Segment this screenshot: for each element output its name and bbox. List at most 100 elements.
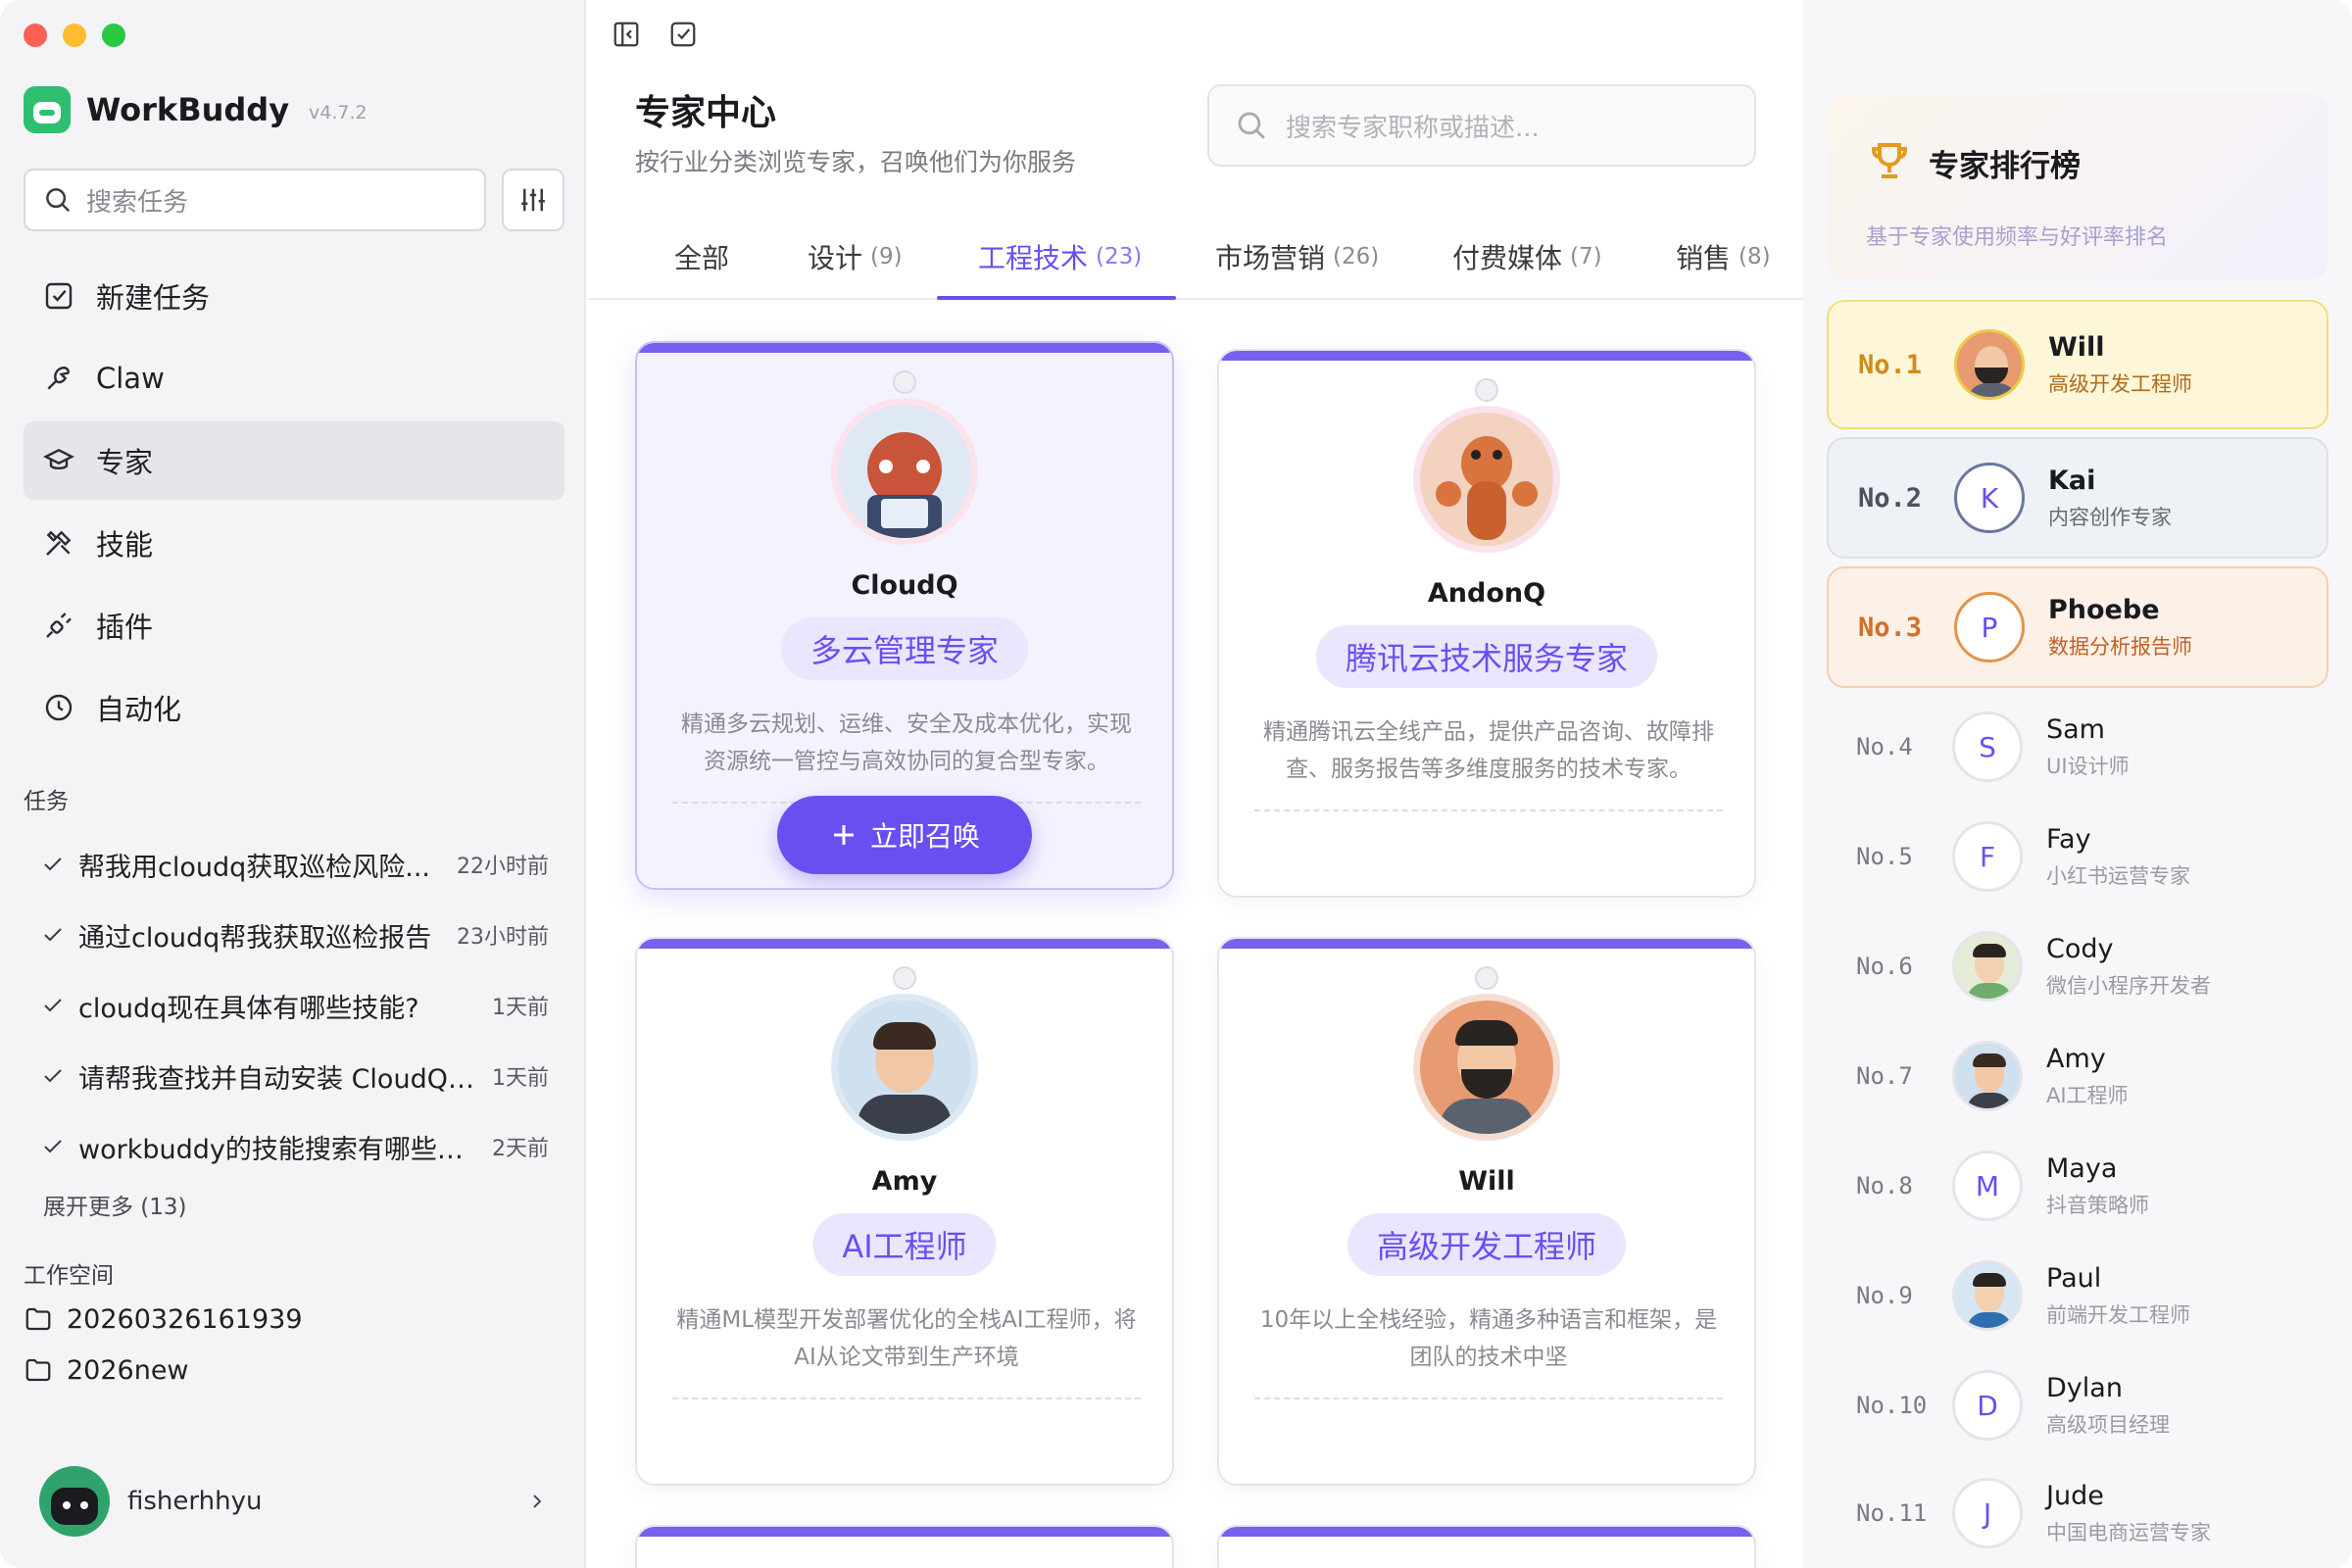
nav-new-task[interactable]: 新建任务 — [24, 257, 564, 335]
search-icon — [46, 188, 71, 213]
workspace-item[interactable]: 2026new — [24, 1345, 303, 1396]
ranking-item[interactable]: No.1 Will 高级开发工程师 — [1827, 300, 2328, 429]
rank-number: No.4 — [1856, 733, 1913, 760]
page-title: 专家中心 — [635, 93, 777, 133]
expert-role-badge: AI工程师 — [812, 1213, 997, 1276]
summon-button[interactable]: 立即召唤 — [777, 796, 1032, 874]
nav-label: Claw — [96, 362, 165, 395]
avatar — [1954, 329, 2025, 400]
trophy-icon — [1871, 143, 1908, 178]
sidebar-toggle-icon[interactable] — [612, 20, 641, 49]
task-item[interactable]: cloudq现在具体有哪些技能? 1天前 — [24, 970, 564, 1041]
user-name: fisherhhyu — [127, 1487, 263, 1516]
graduation-cap-icon — [43, 448, 74, 470]
avatar: M — [1952, 1151, 2023, 1221]
tab-sales[interactable]: 销售 (8) — [1676, 214, 1771, 300]
nav-label: 自动化 — [96, 693, 182, 726]
task-item[interactable]: 通过cloudq帮我获取巡检报告 23小时前 — [24, 900, 564, 970]
tab-label: 市场营销 — [1215, 242, 1326, 274]
expert-description: 精通多云规划、运维、安全及成本优化，实现资源统一管控与高效协同的复合型专家。 — [681, 711, 1132, 774]
filter-button[interactable] — [502, 169, 564, 231]
main-content: 专家中心 按行业分类浏览专家，召唤他们为你服务 搜索专家职称或描述... 全部 … — [588, 0, 1803, 1568]
expert-card-partial[interactable] — [1217, 1525, 1756, 1568]
ranking-header: 专家排行榜 基于专家使用频率与好评率排名 — [1827, 94, 2328, 280]
ranking-role: 中国电商运营专家 — [2046, 1520, 2211, 1544]
tab-design[interactable]: 设计 (9) — [808, 214, 903, 300]
nav-skills[interactable]: 技能 — [24, 504, 564, 582]
tab-label: 工程技术 — [978, 242, 1089, 274]
tab-label: 付费媒体 — [1452, 242, 1563, 274]
ranking-item[interactable]: No.10 D Dylan 高级项目经理 — [1827, 1350, 2328, 1460]
expert-card-will[interactable]: Will 高级开发工程师 10年以上全栈经验，精通多种语言和框架，是团队的技术中… — [1217, 937, 1756, 1486]
tasks-section-label: 任务 — [24, 789, 69, 814]
nav-experts[interactable]: 专家 — [24, 421, 564, 500]
avatar: D — [1952, 1370, 2023, 1441]
task-item[interactable]: workbuddy的技能搜索有哪些来... 2天前 — [24, 1111, 564, 1182]
ranking-name: Jude — [2046, 1480, 2104, 1511]
nav-claw[interactable]: Claw — [24, 339, 564, 417]
avatar: F — [1952, 821, 2023, 892]
task-search-input[interactable]: 搜索任务 — [24, 169, 486, 231]
ranking-subtitle: 基于专家使用频率与好评率排名 — [1866, 225, 2169, 250]
minimize-window-button[interactable] — [63, 24, 86, 47]
ranking-item[interactable]: No.3 P Phoebe 数据分析报告师 — [1827, 566, 2328, 688]
card-accent-bar — [637, 1527, 1172, 1537]
user-profile[interactable]: fisherhhyu — [39, 1466, 549, 1537]
new-task-icon — [45, 282, 73, 310]
expert-card-amy[interactable]: Amy AI工程师 精通ML模型开发部署优化的全栈AI工程师，将AI从论文带到生… — [635, 937, 1174, 1486]
checkmark-icon — [44, 928, 62, 942]
tab-marketing[interactable]: 市场营销 (26) — [1215, 214, 1379, 300]
tab-engineering[interactable]: 工程技术 (23) — [978, 214, 1142, 300]
task-search-placeholder: 搜索任务 — [86, 187, 189, 218]
expert-card-andonq[interactable]: AndonQ 腾讯云技术服务专家 精通腾讯云全线产品，提供产品咨询、故障排查、服… — [1217, 349, 1756, 898]
rank-number: No.5 — [1856, 843, 1913, 870]
tab-label: 销售 — [1676, 242, 1732, 274]
ranking-role: UI设计师 — [2046, 754, 2130, 778]
workspace-name: 20260326161939 — [67, 1303, 303, 1335]
nav-plugins[interactable]: 插件 — [24, 586, 564, 664]
task-list: 帮我用cloudq获取巡检风险... 22小时前 通过cloudq帮我获取巡检报… — [24, 829, 564, 1182]
task-title: workbuddy的技能搜索有哪些来... — [78, 1134, 474, 1165]
workbuddy-logo-icon — [24, 86, 71, 133]
ranking-item[interactable]: No.5 F Fay 小红书运营专家 — [1827, 802, 2328, 911]
tab-all[interactable]: 全部 — [674, 214, 729, 300]
expert-search-input[interactable]: 搜索专家职称或描述... — [1207, 84, 1756, 167]
nav-automation[interactable]: 自动化 — [24, 668, 564, 747]
rank-number: No.1 — [1858, 349, 1923, 380]
close-window-button[interactable] — [24, 24, 47, 47]
rank-number: No.6 — [1856, 953, 1913, 980]
ranking-item[interactable]: No.6 Cody 微信小程序开发者 — [1827, 911, 2328, 1021]
ranking-item[interactable]: No.2 K Kai 内容创作专家 — [1827, 437, 2328, 559]
expert-card-partial[interactable] — [635, 1525, 1174, 1568]
expert-avatar — [831, 994, 978, 1141]
expand-more-link[interactable]: 展开更多 (13) — [43, 1188, 187, 1221]
ranking-name: Dylan — [2046, 1372, 2123, 1403]
avatar — [1952, 931, 2023, 1002]
ranking-item[interactable]: No.8 M Maya 抖音策略师 — [1827, 1131, 2328, 1241]
ranking-role: 高级开发工程师 — [2048, 371, 2192, 396]
ranking-item[interactable]: No.7 Amy AI工程师 — [1827, 1021, 2328, 1131]
ranking-item[interactable]: No.11 J Jude 中国电商运营专家 — [1827, 1458, 2328, 1568]
task-time: 2天前 — [492, 1137, 549, 1161]
expert-avatar — [1413, 994, 1560, 1141]
window-controls — [24, 24, 125, 47]
card-divider — [1254, 809, 1723, 811]
expert-card-cloudq[interactable]: CloudQ 多云管理专家 精通多云规划、运维、安全及成本优化，实现资源统一管控… — [635, 341, 1174, 890]
claw-icon — [47, 367, 70, 390]
chevron-right-icon — [533, 1494, 542, 1508]
rank-number: No.9 — [1856, 1282, 1913, 1309]
ranking-item[interactable]: No.9 Paul 前端开发工程师 — [1827, 1241, 2328, 1350]
maximize-window-button[interactable] — [102, 24, 125, 47]
workspace-section-label: 工作空间 — [24, 1263, 114, 1289]
rank-number: No.11 — [1856, 1499, 1928, 1527]
task-item[interactable]: 请帮我查找并自动安装 CloudQ ... 1天前 — [24, 1041, 564, 1111]
tab-count: (9) — [870, 244, 903, 270]
new-task-icon[interactable] — [668, 20, 698, 49]
card-divider — [672, 1397, 1141, 1399]
tab-paid-media[interactable]: 付费媒体 (7) — [1452, 214, 1602, 300]
rank-number: No.3 — [1858, 612, 1923, 643]
task-item[interactable]: 帮我用cloudq获取巡检风险... 22小时前 — [24, 829, 564, 900]
tab-count: (8) — [1739, 244, 1771, 270]
workspace-item[interactable]: 20260326161939 — [24, 1294, 303, 1345]
ranking-item[interactable]: No.4 S Sam UI设计师 — [1827, 692, 2328, 802]
